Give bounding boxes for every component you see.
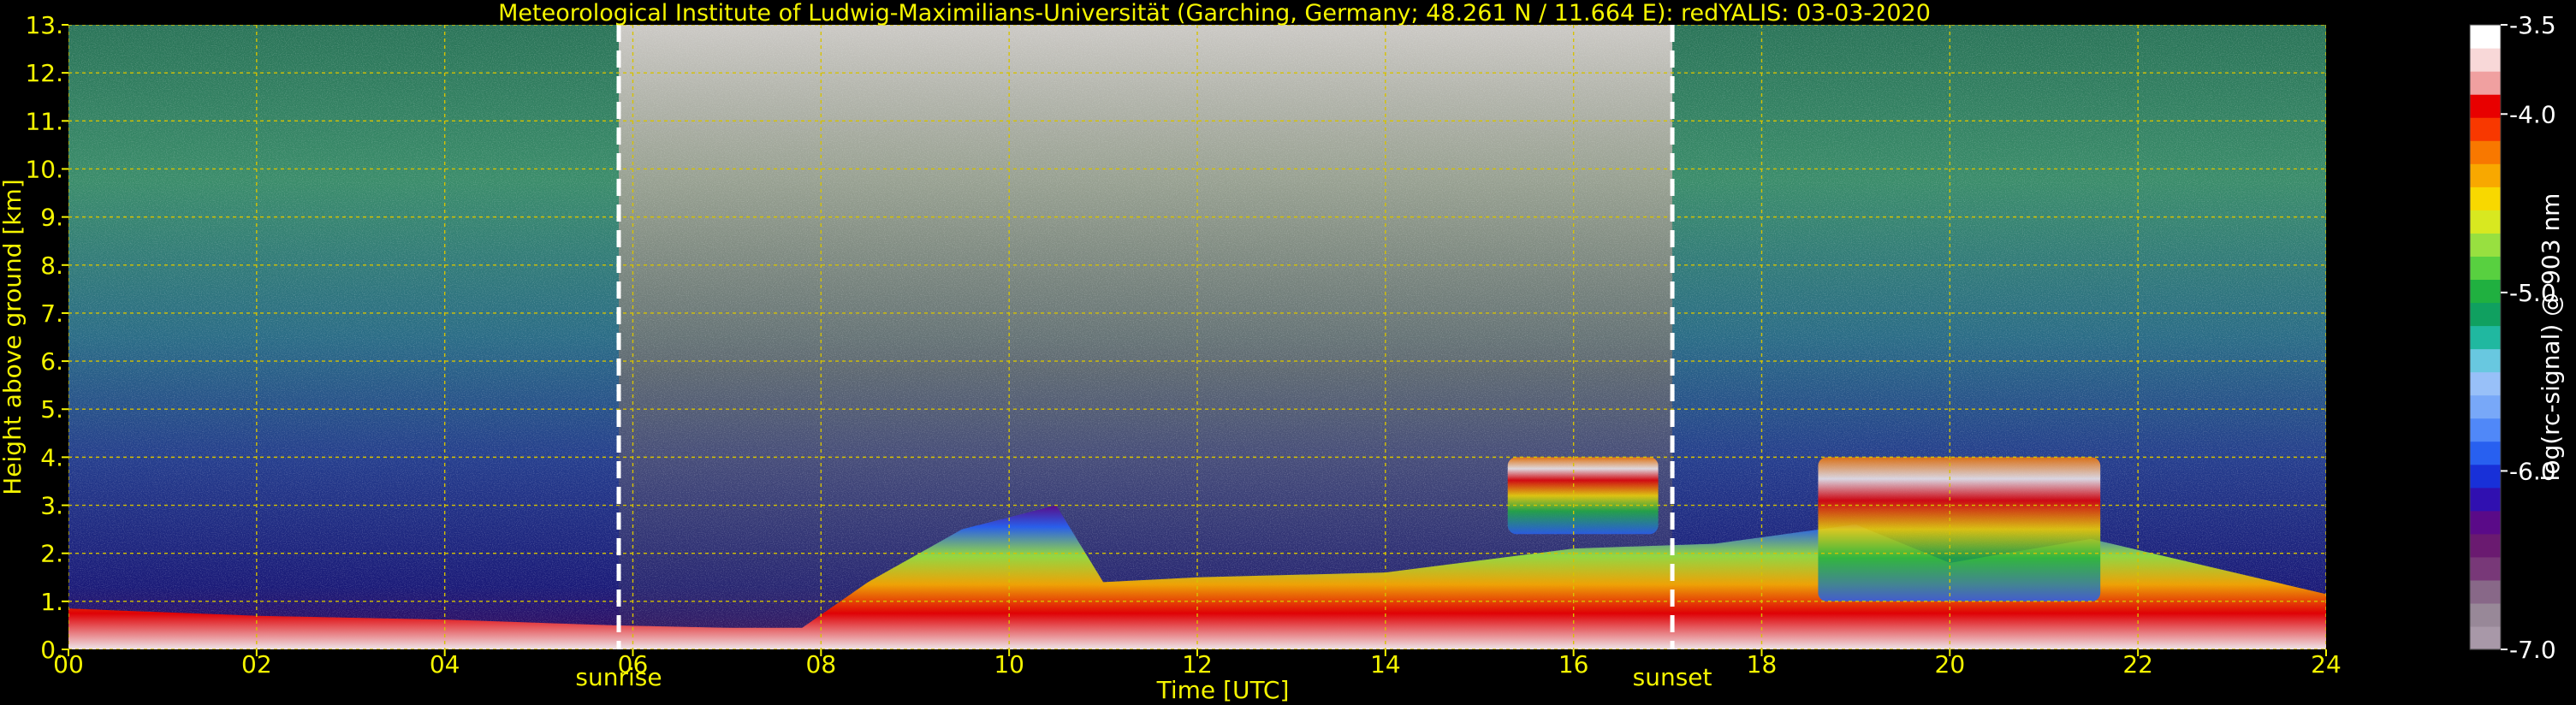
y-tick-label: 3. bbox=[40, 492, 63, 520]
lidar-figure: 00 02 04 06 08 10 12 14 16 18 20 22 24 0.1.2.3.4.5.6… bbox=[0, 0, 2565, 704]
x-tick-label: 18 bbox=[1747, 650, 1778, 678]
x-axis-label: Time [UTC] bbox=[1156, 676, 1290, 704]
colorbar-segment bbox=[2470, 464, 2501, 489]
x-tick-label: 02 bbox=[241, 650, 272, 678]
colorbar-segment bbox=[2470, 556, 2501, 581]
sun-marker-labels: sunrise sunset bbox=[575, 663, 1712, 691]
colorbar-segment bbox=[2470, 117, 2501, 141]
colorbar-segment bbox=[2470, 25, 2501, 49]
colorbar-segment bbox=[2470, 163, 2501, 187]
colorbar-segment bbox=[2470, 325, 2501, 350]
colorbar-tick-label: -4.0 bbox=[2509, 100, 2556, 128]
y-tick-label: 9. bbox=[40, 204, 63, 232]
sunrise-label: sunrise bbox=[575, 663, 662, 691]
x-tick-label: 22 bbox=[2122, 650, 2153, 678]
x-axis-ticks: 00 02 04 06 08 10 12 14 16 18 20 22 24 bbox=[53, 649, 2342, 678]
colorbar-segment bbox=[2470, 256, 2501, 281]
x-tick-label: 04 bbox=[430, 650, 460, 678]
colorbar-segment bbox=[2470, 48, 2501, 72]
colorbar-segment bbox=[2470, 441, 2501, 465]
colorbar-segment bbox=[2470, 371, 2501, 396]
colorbar-segment bbox=[2470, 71, 2501, 95]
colorbar-segment bbox=[2470, 210, 2501, 234]
colorbar-segment bbox=[2470, 187, 2501, 210]
colorbar-segment bbox=[2470, 510, 2501, 535]
cloud-patch bbox=[1507, 457, 1659, 535]
colorbar-segment bbox=[2470, 625, 2501, 650]
colorbar-tick-label: -7.0 bbox=[2509, 636, 2556, 664]
plot-area bbox=[68, 25, 2326, 649]
y-tick-label: 6. bbox=[40, 347, 63, 376]
colorbar-segment bbox=[2470, 533, 2501, 558]
colorbar-segment bbox=[2470, 302, 2501, 327]
y-axis-ticks: 0. 1. 2. 3. 4. 5. 6. 7. 8. 9. 10. 11. 12. 13. bbox=[25, 11, 68, 664]
colorbar-segment bbox=[2470, 233, 2501, 257]
colorbar-segment bbox=[2470, 602, 2501, 627]
y-tick-label: 11. bbox=[25, 107, 63, 135]
y-tick-label: 0. bbox=[40, 636, 63, 664]
y-axis-label: Height above ground [km] bbox=[0, 179, 27, 495]
colorbar-segment bbox=[2470, 487, 2501, 512]
colorbar-segment bbox=[2470, 418, 2501, 442]
x-tick-label: 14 bbox=[1370, 650, 1401, 678]
colorbar-segment bbox=[2470, 140, 2501, 164]
colorbar-segment bbox=[2470, 579, 2501, 604]
colorbar-tick-label: -3.5 bbox=[2509, 11, 2556, 39]
y-tick-label: 1. bbox=[40, 588, 63, 616]
sunset-label: sunset bbox=[1633, 663, 1712, 691]
y-tick-label: 12. bbox=[25, 59, 63, 87]
x-tick-label: 10 bbox=[994, 650, 1024, 678]
y-tick-label: 4. bbox=[40, 443, 63, 471]
chart-title: Meteorological Institute of Ludwig-Maxim… bbox=[498, 0, 1931, 27]
y-tick-label: 5. bbox=[40, 395, 63, 424]
y-tick-label: 13. bbox=[25, 11, 63, 39]
x-tick-label: 24 bbox=[2311, 650, 2342, 678]
x-tick-label: 12 bbox=[1182, 650, 1213, 678]
colorbar-segment bbox=[2470, 394, 2501, 419]
x-tick-label: 08 bbox=[806, 650, 837, 678]
colorbar-segment bbox=[2470, 348, 2501, 373]
y-tick-label: 8. bbox=[40, 252, 63, 280]
x-tick-label: 20 bbox=[1935, 650, 1966, 678]
cloud-patch bbox=[1818, 457, 2101, 601]
y-tick-label: 2. bbox=[40, 540, 63, 568]
y-tick-label: 10. bbox=[25, 155, 63, 183]
x-tick-label: 16 bbox=[1558, 650, 1589, 678]
colorbar-segment bbox=[2470, 279, 2501, 304]
colorbar-segment bbox=[2470, 94, 2501, 118]
colorbar bbox=[2469, 24, 2502, 650]
y-tick-label: 7. bbox=[40, 299, 63, 328]
colorbar-label: log(rc-signal) @ 903 nm bbox=[2537, 193, 2565, 482]
